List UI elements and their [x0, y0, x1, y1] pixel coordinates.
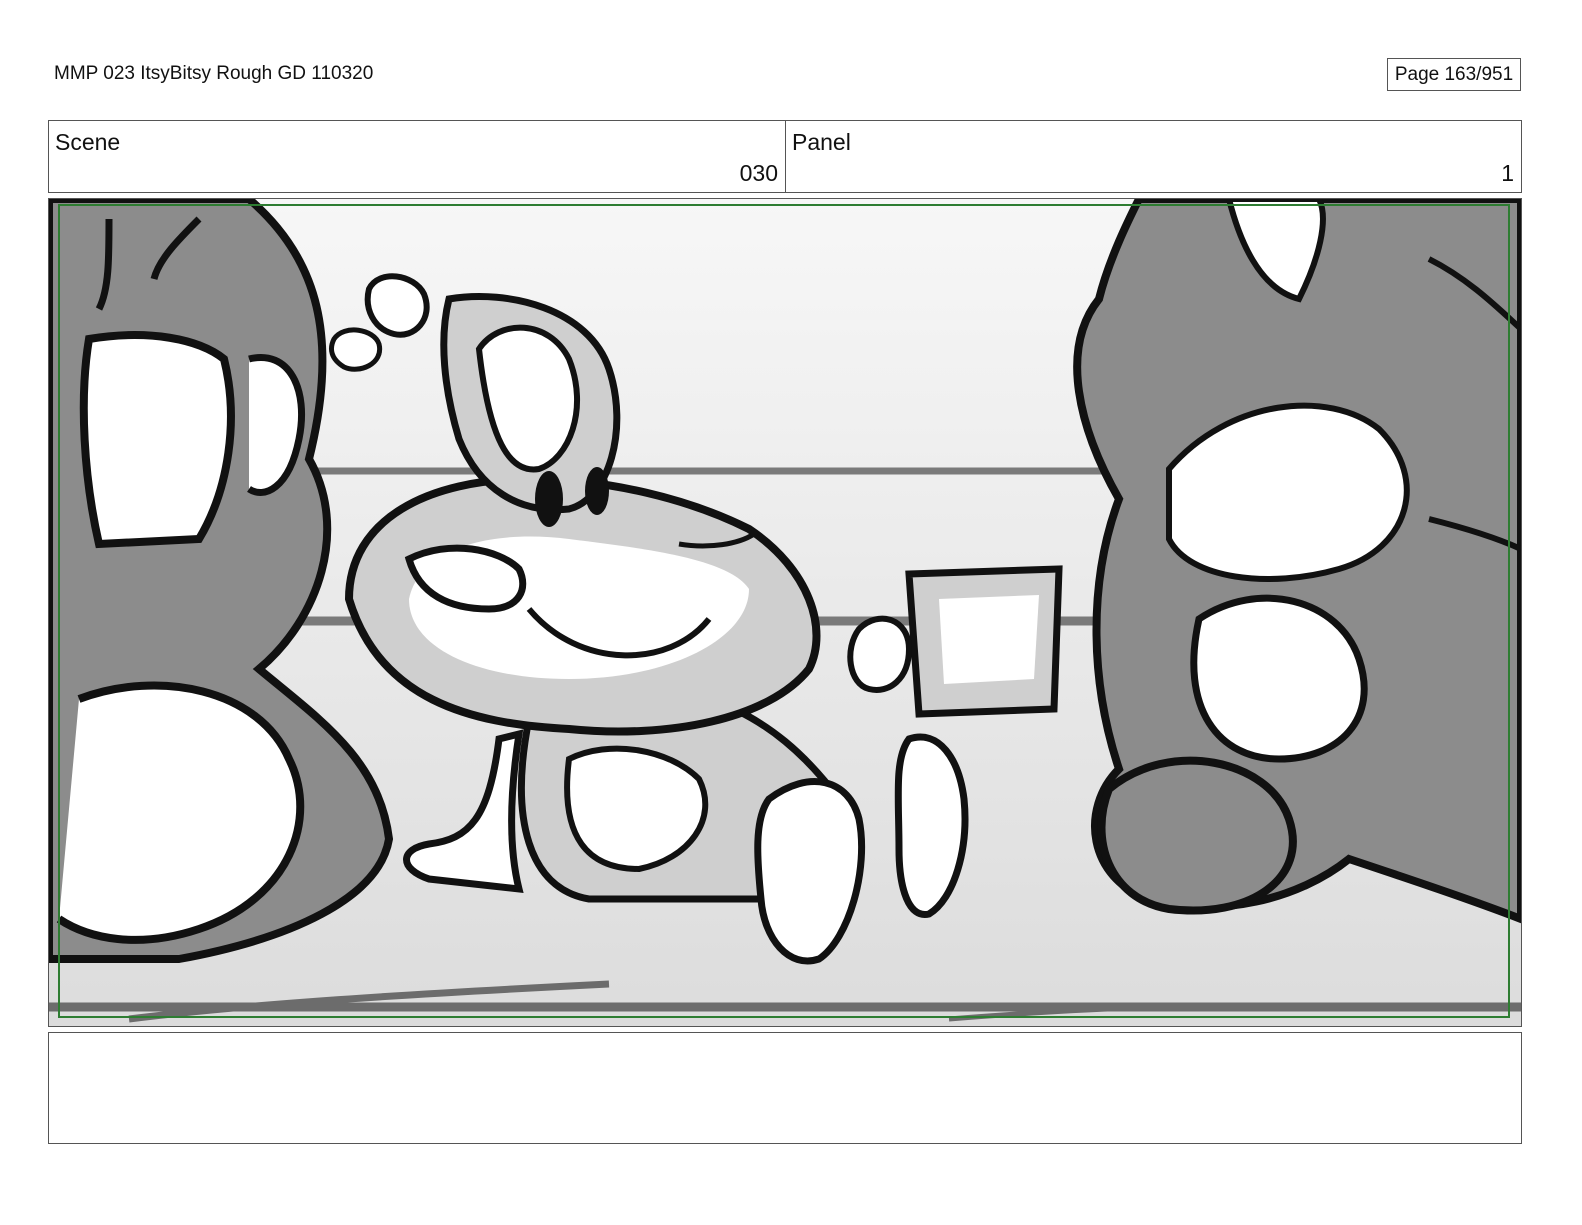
panel-label: Panel: [792, 129, 851, 155]
storyboard-sketch-image: [49, 199, 1521, 1026]
document-title: MMP 023 ItsyBitsy Rough GD 110320: [54, 63, 374, 84]
panel-cell: Panel 1: [786, 121, 1521, 192]
scene-panel-header: Scene 030 Panel 1: [48, 120, 1522, 193]
storyboard-frame: [48, 198, 1522, 1027]
scene-cell: Scene 030: [49, 121, 786, 192]
page-number-box: Page 163/951: [1387, 58, 1521, 91]
scene-label: Scene: [55, 129, 121, 155]
panel-number: 1: [1501, 160, 1514, 186]
notes-box: [48, 1032, 1522, 1144]
scene-number: 030: [739, 160, 778, 186]
